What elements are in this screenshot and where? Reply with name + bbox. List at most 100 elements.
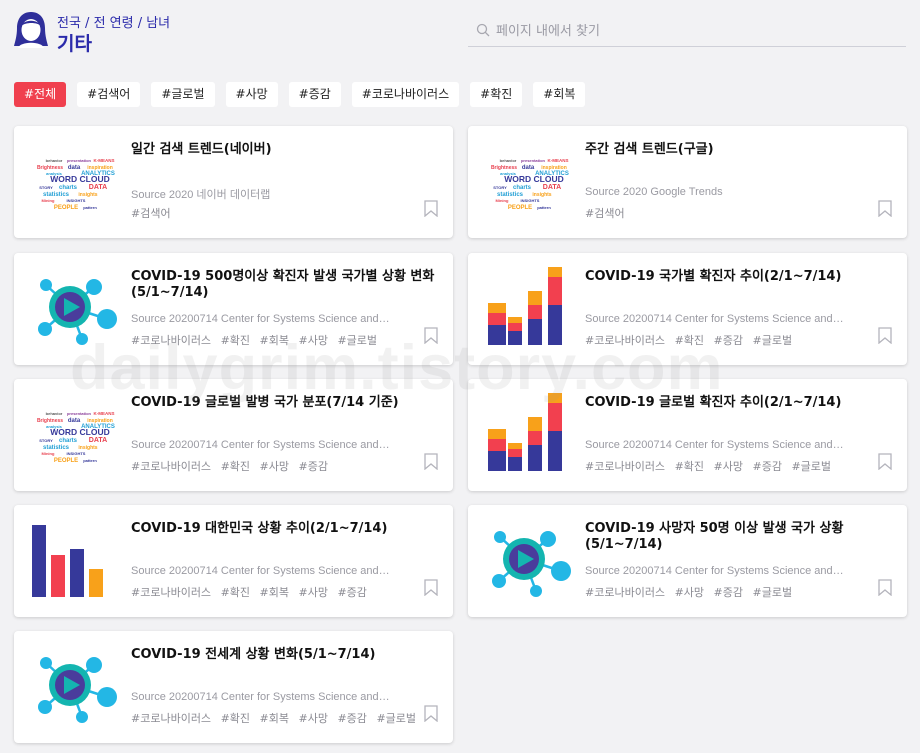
svg-text:data: data <box>522 165 535 171</box>
card-daily-search-trend[interactable]: behavior presentation K-MEANS Brightness dat… <box>14 126 453 238</box>
tag-search-term[interactable]: #검색어 <box>77 82 141 107</box>
svg-text:pattern: pattern <box>537 205 551 210</box>
card-title[interactable]: COVID-19 500명이상 확진자 발생 국가별 상황 변화(5/1~7/1… <box>131 269 436 301</box>
card-source: Source 20200714 Center for Systems Scien… <box>131 313 391 325</box>
card-tag: #글로벌 <box>376 712 417 725</box>
card-worldwide-status-change[interactable]: COVID-19 전세계 상황 변화(5/1~7/14) Source 2020… <box>14 631 453 743</box>
card-title[interactable]: COVID-19 전세계 상황 변화(5/1~7/14) <box>131 647 436 663</box>
card-source: Source 2020 Google Trends <box>585 186 723 198</box>
card-tag: #회복 <box>259 586 289 599</box>
card-tag: #증감 <box>298 460 328 473</box>
card-tag: #확진 <box>220 334 251 347</box>
svg-text:DATA: DATA <box>89 184 107 191</box>
card-country-status-change[interactable]: COVID-19 500명이상 확진자 발생 국가별 상황 변화(5/1~7/1… <box>14 253 453 365</box>
bookmark-icon[interactable] <box>878 579 892 596</box>
stacked-bar-chart-icon <box>486 393 576 477</box>
svg-text:INSIGHTS: INSIGHTS <box>67 451 86 456</box>
card-title[interactable]: COVID-19 대한민국 상황 추이(2/1~7/14) <box>131 521 436 537</box>
card-confirmed-by-country[interactable]: COVID-19 국가별 확진자 추이(2/1~7/14) Source 202… <box>468 253 907 365</box>
bookmark-icon[interactable] <box>424 200 438 217</box>
bookmark-icon[interactable] <box>878 453 892 470</box>
svg-text:PEOPLE: PEOPLE <box>54 458 78 464</box>
card-tag: #코로나바이러스 <box>131 460 212 473</box>
bookmark-icon[interactable] <box>424 579 438 596</box>
card-tag: #사망 <box>298 334 328 347</box>
card-tag: #코로나바이러스 <box>131 334 212 347</box>
female-avatar-icon <box>14 12 48 48</box>
page-header: 전국 / 전 연령 / 남녀 기타 <box>0 0 920 70</box>
bubble-play-icon <box>32 645 122 729</box>
svg-text:Mining: Mining <box>42 451 55 456</box>
svg-text:K-MEANS: K-MEANS <box>548 158 569 163</box>
card-tag: #글로벌 <box>791 460 832 473</box>
card-tags: #코로나바이러스 #확진 #사망 #증감 <box>131 458 334 474</box>
card-tag: #검색어 <box>131 207 171 220</box>
tag-coronavirus[interactable]: #코로나바이러스 <box>351 82 460 107</box>
svg-text:DATA: DATA <box>543 184 561 191</box>
card-source: Source 20200714 Center for Systems Scien… <box>131 439 391 451</box>
svg-text:INSIGHTS: INSIGHTS <box>67 198 86 203</box>
bookmark-icon[interactable] <box>424 327 438 344</box>
svg-text:data: data <box>68 165 81 171</box>
search-input[interactable] <box>496 19 896 43</box>
card-weekly-search-trend[interactable]: behavior presentation K-MEANS Brightness dat… <box>468 126 907 238</box>
tag-all[interactable]: #전체 <box>14 82 67 107</box>
word-cloud-icon: behavior presentation K-MEANS Brightness dat… <box>486 140 576 224</box>
svg-text:STORY: STORY <box>493 185 507 190</box>
card-title[interactable]: COVID-19 글로벌 확진자 추이(2/1~7/14) <box>585 395 890 411</box>
svg-text:charts: charts <box>513 185 532 191</box>
tag-death[interactable]: #사망 <box>225 82 278 107</box>
card-tags: #검색어 <box>131 205 177 221</box>
tag-global[interactable]: #글로벌 <box>151 82 215 107</box>
word-cloud-icon: behavior presentation K-MEANS Brightness dat… <box>32 393 122 477</box>
bookmark-icon[interactable] <box>424 453 438 470</box>
svg-text:presentation: presentation <box>67 411 92 416</box>
svg-text:presentation: presentation <box>521 158 546 163</box>
bookmark-icon[interactable] <box>878 327 892 344</box>
tag-change[interactable]: #증감 <box>288 82 341 107</box>
card-tags: #코로나바이러스 #확진 #회복 #사망 #증감 #글로벌 <box>131 710 422 726</box>
card-tag: #코로나바이러스 <box>131 586 212 599</box>
card-tag: #증감 <box>337 586 367 599</box>
search-icon[interactable] <box>476 23 490 37</box>
svg-text:presentation: presentation <box>67 158 92 163</box>
bookmark-icon[interactable] <box>878 200 892 217</box>
card-title[interactable]: 주간 검색 트렌드(구글) <box>585 142 890 158</box>
card-title[interactable]: COVID-19 국가별 확진자 추이(2/1~7/14) <box>585 269 890 285</box>
svg-text:WORD CLOUD: WORD CLOUD <box>504 174 564 184</box>
card-tags: #검색어 <box>585 205 631 221</box>
svg-text:data: data <box>68 418 81 424</box>
card-tag: #사망 <box>298 712 328 725</box>
tag-recovery[interactable]: #회복 <box>533 82 586 107</box>
svg-text:STORY: STORY <box>39 185 53 190</box>
card-source: Source 20200714 Center for Systems Scien… <box>131 691 391 703</box>
card-tags: #코로나바이러스 #확진 #회복 #사망 #글로벌 <box>131 332 383 348</box>
card-tag: #확진 <box>220 460 251 473</box>
stacked-bar-chart-icon <box>486 267 576 351</box>
card-title[interactable]: 일간 검색 트렌드(네이버) <box>131 142 436 158</box>
card-global-outbreak-distribution[interactable]: behavior presentation K-MEANS Brightness dat… <box>14 379 453 491</box>
search-box <box>468 16 906 47</box>
bookmark-icon[interactable] <box>424 705 438 722</box>
card-tags: #코로나바이러스 #확진 #증감 #글로벌 <box>585 332 798 348</box>
word-cloud-icon: behavior presentation K-MEANS Brightness dat… <box>32 140 122 224</box>
bubble-play-icon <box>486 519 576 603</box>
svg-text:behavior: behavior <box>500 158 517 163</box>
card-title[interactable]: COVID-19 글로벌 발병 국가 분포(7/14 기준) <box>131 395 436 411</box>
card-tag: #코로나바이러스 <box>585 334 666 347</box>
card-death-country-status[interactable]: COVID-19 사망자 50명 이상 발생 국가 상황(5/1~7/14) S… <box>468 505 907 617</box>
svg-text:behavior: behavior <box>46 158 63 163</box>
svg-text:charts: charts <box>59 185 78 191</box>
card-tag: #회복 <box>259 712 289 725</box>
bar-chart-icon <box>32 519 122 603</box>
svg-text:Mining: Mining <box>496 198 509 203</box>
card-tag: #증감 <box>713 334 743 347</box>
card-title[interactable]: COVID-19 사망자 50명 이상 발생 국가 상황(5/1~7/14) <box>585 521 890 553</box>
svg-text:pattern: pattern <box>83 205 97 210</box>
card-tag: #확진 <box>220 586 251 599</box>
card-tags: #코로나바이러스 #사망 #증감 #글로벌 <box>585 584 798 600</box>
tag-confirmed[interactable]: #확진 <box>470 82 523 107</box>
svg-text:charts: charts <box>59 438 78 444</box>
card-global-confirmed-trend[interactable]: COVID-19 글로벌 확진자 추이(2/1~7/14) Source 202… <box>468 379 907 491</box>
card-korea-status-trend[interactable]: COVID-19 대한민국 상황 추이(2/1~7/14) Source 202… <box>14 505 453 617</box>
